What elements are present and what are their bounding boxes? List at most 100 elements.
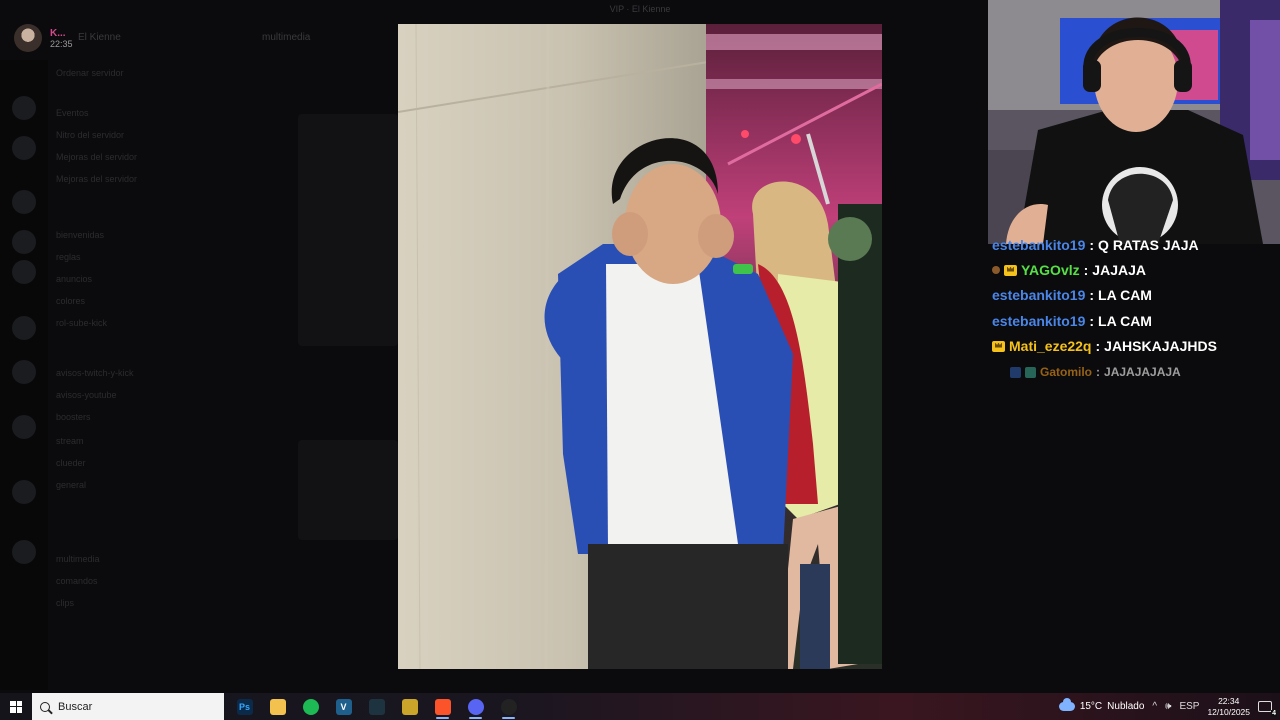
- brave-icon: [434, 698, 451, 715]
- chat-badge-icon: [1025, 366, 1036, 378]
- chat-text: JAJAJAJAJA: [1104, 365, 1181, 379]
- channel-item[interactable]: avisos-twitch-y-kick: [56, 368, 134, 382]
- chat-text: LA CAM: [1098, 313, 1152, 329]
- chat-separator: :: [1095, 338, 1101, 354]
- channel-item[interactable]: general: [56, 480, 86, 494]
- channel-item[interactable]: multimedia: [56, 554, 100, 568]
- server-icon[interactable]: [12, 190, 36, 214]
- server-icon[interactable]: [12, 360, 36, 384]
- server-icon[interactable]: [12, 540, 36, 564]
- webcam-frame: [988, 0, 1280, 244]
- cloud-icon: [1058, 698, 1075, 711]
- chat-username[interactable]: estebankito19: [992, 287, 1085, 303]
- taskbar-app-discord[interactable]: [459, 693, 492, 720]
- channel-item[interactable]: boosters: [56, 412, 91, 426]
- taskbar-app-obs[interactable]: [492, 693, 525, 720]
- channel-item[interactable]: rol-sube-kick: [56, 318, 107, 332]
- taskbar-app-valorant[interactable]: [393, 693, 426, 720]
- chat-message: estebankito19 : LA CAM: [992, 310, 1152, 332]
- pinned-apps: Ps V: [228, 693, 525, 720]
- chat-attachment-card: [298, 440, 398, 540]
- server-title: El Kienne: [78, 32, 121, 43]
- channel-item[interactable]: colores: [56, 296, 85, 310]
- obs-icon: [500, 698, 517, 715]
- channel-item[interactable]: comandos: [56, 576, 98, 590]
- chat-username[interactable]: estebankito19: [992, 237, 1085, 253]
- chat-message: Mati_eze22q : JAHSKAJAJHDS: [992, 335, 1217, 357]
- chat-separator: :: [1083, 262, 1089, 278]
- channel-item[interactable]: Ordenar servidor: [56, 68, 124, 82]
- chat-message: YAGOvlz : JAJAJA: [992, 259, 1146, 281]
- chat-text: Q RATAS JAJA: [1098, 237, 1199, 253]
- taskbar-app-photoshop[interactable]: Ps: [228, 693, 261, 720]
- chat-username[interactable]: estebankito19: [992, 313, 1085, 329]
- channel-item[interactable]: Nitro del servidor: [56, 130, 124, 144]
- channel-sidebar: Ordenar servidor Eventos Nitro del servi…: [56, 60, 246, 680]
- photoshop-icon: Ps: [236, 698, 253, 715]
- chevron-up-icon[interactable]: ^: [1152, 701, 1157, 712]
- spotify-icon: [302, 698, 319, 715]
- weather-temp: 15°C: [1079, 701, 1103, 712]
- start-button[interactable]: [0, 693, 32, 720]
- channel-item[interactable]: avisos-youtube: [56, 390, 117, 404]
- channel-item[interactable]: Mejoras del servidor: [56, 152, 137, 166]
- clock-time: 22:34: [1218, 695, 1240, 706]
- valorant-icon: [401, 698, 418, 715]
- server-icon[interactable]: [12, 230, 36, 254]
- clock-date: 12/10/2025: [1207, 706, 1250, 717]
- volume-icon[interactable]: 🕪: [1165, 701, 1171, 712]
- taskbar-app-file-explorer[interactable]: [261, 693, 294, 720]
- chat-separator: :: [1089, 313, 1095, 329]
- channel-item[interactable]: clips: [56, 598, 74, 612]
- chat-username[interactable]: Gatomilo: [1040, 365, 1092, 379]
- channel-item[interactable]: Mejoras del servidor: [56, 174, 137, 188]
- weather-widget[interactable]: 15°C Nublado: [1058, 698, 1145, 712]
- server-icon[interactable]: [12, 96, 36, 120]
- server-icon[interactable]: [12, 415, 36, 439]
- chat-separator: :: [1089, 287, 1095, 303]
- discord-icon: [467, 698, 484, 715]
- channel-item[interactable]: stream: [56, 436, 84, 450]
- taskbar-app-vegas[interactable]: V: [327, 693, 360, 720]
- windows-taskbar: Buscar Ps V 15°C Nublado ^ 🕪 ESP 22:34 12…: [0, 693, 1280, 720]
- chat-attachment-card: [298, 114, 398, 346]
- taskbar-app-brave[interactable]: [426, 693, 459, 720]
- server-icon[interactable]: [12, 136, 36, 160]
- user-name: K...: [50, 27, 66, 39]
- server-icon[interactable]: [12, 316, 36, 340]
- windows-logo-icon: [10, 700, 22, 713]
- chat-text: JAJAJA: [1092, 262, 1146, 278]
- channel-title: multimedia: [262, 32, 311, 43]
- chat-message: estebankito19 : Q RATAS JAJA: [992, 236, 1199, 256]
- channel-item[interactable]: bienvenidas: [56, 230, 104, 244]
- server-icon[interactable]: [12, 260, 36, 284]
- language-indicator[interactable]: ESP: [1179, 701, 1199, 712]
- taskbar-search[interactable]: Buscar: [32, 693, 224, 720]
- chat-separator: :: [1089, 237, 1095, 253]
- crown-badge-icon: [992, 340, 1005, 352]
- user-header: K... 22:35: [14, 24, 73, 52]
- chat-username[interactable]: Mati_eze22q: [1009, 338, 1091, 354]
- taskbar-app-game-launcher[interactable]: [360, 693, 393, 720]
- weather-condition: Nublado: [1107, 701, 1145, 712]
- taskbar-app-spotify[interactable]: [294, 693, 327, 720]
- search-placeholder: Buscar: [58, 700, 93, 713]
- channel-item[interactable]: anuncios: [56, 274, 92, 288]
- channel-item[interactable]: Eventos: [56, 108, 89, 122]
- channel-item[interactable]: reglas: [56, 252, 81, 266]
- channel-item[interactable]: clueder: [56, 458, 86, 472]
- server-rail: [0, 60, 48, 690]
- server-icon[interactable]: [12, 480, 36, 504]
- search-icon: [40, 701, 50, 712]
- notification-count: 4: [1271, 710, 1277, 717]
- chat-username[interactable]: YAGOvlz: [1021, 262, 1080, 278]
- notification-center-icon[interactable]: 4: [1258, 701, 1277, 717]
- system-tray: 15°C Nublado ^ 🕪 ESP 22:34 12/10/2025 4: [1058, 693, 1280, 720]
- clock[interactable]: 22:34 12/10/2025: [1207, 696, 1250, 718]
- vegas-icon: V: [335, 698, 352, 715]
- video-player[interactable]: [398, 24, 882, 669]
- file-explorer-icon: [269, 698, 286, 715]
- chat-message: Gatomilo : JAJAJAJAJA: [1010, 361, 1181, 383]
- webcam-feed: [988, 0, 1280, 244]
- user-avatar[interactable]: [14, 24, 42, 52]
